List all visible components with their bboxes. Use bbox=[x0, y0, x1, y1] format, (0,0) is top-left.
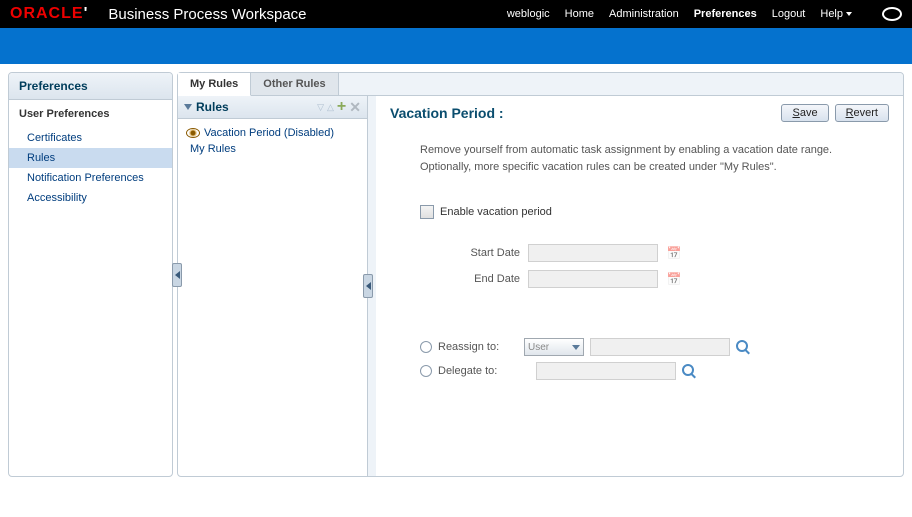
splitter-handle[interactable] bbox=[363, 274, 373, 298]
tree-item-my-rules[interactable]: My Rules bbox=[186, 141, 359, 157]
blue-bar bbox=[0, 28, 912, 64]
user-name: weblogic bbox=[507, 8, 550, 20]
chevron-down-icon bbox=[846, 12, 852, 16]
pref-item-rules[interactable]: Rules bbox=[9, 148, 172, 168]
tree-item-vacation-period[interactable]: Vacation Period (Disabled) bbox=[186, 125, 359, 141]
sidebar-section-title: User Preferences bbox=[9, 100, 172, 128]
tabs: My Rules Other Rules bbox=[178, 73, 903, 96]
tab-my-rules[interactable]: My Rules bbox=[178, 73, 251, 96]
pref-item-certificates[interactable]: Certificates bbox=[9, 128, 172, 148]
chevron-left-icon bbox=[175, 271, 180, 279]
calendar-icon[interactable]: 📅 bbox=[666, 271, 682, 287]
reassign-radio[interactable] bbox=[420, 341, 432, 353]
reassign-type-select[interactable]: User bbox=[524, 338, 584, 356]
content-panel: My Rules Other Rules Rules ▽ △ + ✕ bbox=[177, 72, 904, 477]
detail-description: Remove yourself from automatic task assi… bbox=[420, 142, 889, 175]
end-date-label: End Date bbox=[450, 273, 520, 285]
tab-other-rules[interactable]: Other Rules bbox=[251, 73, 338, 95]
revert-button[interactable]: Revert bbox=[835, 104, 889, 122]
delegate-user-input[interactable] bbox=[536, 362, 676, 380]
enable-vacation-checkbox[interactable] bbox=[420, 205, 434, 219]
sidebar-title: Preferences bbox=[9, 73, 172, 100]
rules-tree-panel: Rules ▽ △ + ✕ Vacation Period (Disabled)… bbox=[178, 96, 368, 476]
collapse-tree-icon[interactable] bbox=[184, 104, 192, 110]
main-container: Preferences User Preferences Certificate… bbox=[0, 64, 912, 485]
rule-detail-panel: Vacation Period : Save Revert Remove you… bbox=[376, 96, 903, 476]
rules-tree-header: Rules ▽ △ + ✕ bbox=[178, 96, 367, 119]
reassign-user-input[interactable] bbox=[590, 338, 730, 356]
enable-vacation-row: Enable vacation period bbox=[420, 205, 889, 219]
preferences-sidebar: Preferences User Preferences Certificate… bbox=[8, 72, 173, 477]
panel-collapse-handle[interactable] bbox=[172, 263, 182, 287]
save-button[interactable]: Save bbox=[781, 104, 828, 122]
rules-tree-title: Rules bbox=[196, 100, 229, 114]
calendar-icon[interactable]: 📅 bbox=[666, 245, 682, 261]
chevron-down-icon bbox=[572, 345, 580, 350]
reassign-label: Reassign to: bbox=[438, 341, 518, 353]
start-date-input[interactable] bbox=[528, 244, 658, 262]
nav-logout[interactable]: Logout bbox=[772, 8, 806, 20]
chevron-left-icon bbox=[366, 282, 371, 290]
preferences-list: Certificates Rules Notification Preferen… bbox=[9, 128, 172, 208]
app-title: Business Process Workspace bbox=[108, 6, 506, 23]
delete-rule-icon[interactable]: ✕ bbox=[349, 101, 361, 113]
search-icon[interactable] bbox=[682, 364, 696, 378]
end-date-input[interactable] bbox=[528, 270, 658, 288]
oracle-logo: ORACLE' bbox=[10, 5, 88, 23]
start-date-label: Start Date bbox=[450, 247, 520, 259]
app-header: ORACLE' Business Process Workspace weblo… bbox=[0, 0, 912, 28]
delegate-radio[interactable] bbox=[420, 365, 432, 377]
search-icon[interactable] bbox=[736, 340, 750, 354]
add-rule-icon[interactable]: + bbox=[337, 101, 346, 113]
nav-home[interactable]: Home bbox=[565, 8, 594, 20]
eye-icon bbox=[186, 128, 200, 138]
pref-item-notification[interactable]: Notification Preferences bbox=[9, 168, 172, 188]
sort-down-icon[interactable]: ▽ bbox=[317, 102, 324, 113]
detail-title: Vacation Period : bbox=[390, 105, 504, 121]
nav-preferences[interactable]: Preferences bbox=[694, 8, 757, 20]
delegate-label: Delegate to: bbox=[438, 365, 518, 377]
sort-up-icon[interactable]: △ bbox=[327, 102, 334, 113]
oracle-o-icon[interactable] bbox=[882, 7, 902, 21]
content-row: Rules ▽ △ + ✕ Vacation Period (Disabled)… bbox=[178, 96, 903, 476]
pref-item-accessibility[interactable]: Accessibility bbox=[9, 188, 172, 208]
rules-tree-items: Vacation Period (Disabled) My Rules bbox=[178, 119, 367, 163]
header-nav: weblogic Home Administration Preferences… bbox=[507, 7, 902, 21]
enable-vacation-label: Enable vacation period bbox=[440, 206, 552, 218]
tree-splitter[interactable] bbox=[368, 96, 376, 476]
nav-help[interactable]: Help bbox=[820, 8, 852, 20]
nav-administration[interactable]: Administration bbox=[609, 8, 679, 20]
